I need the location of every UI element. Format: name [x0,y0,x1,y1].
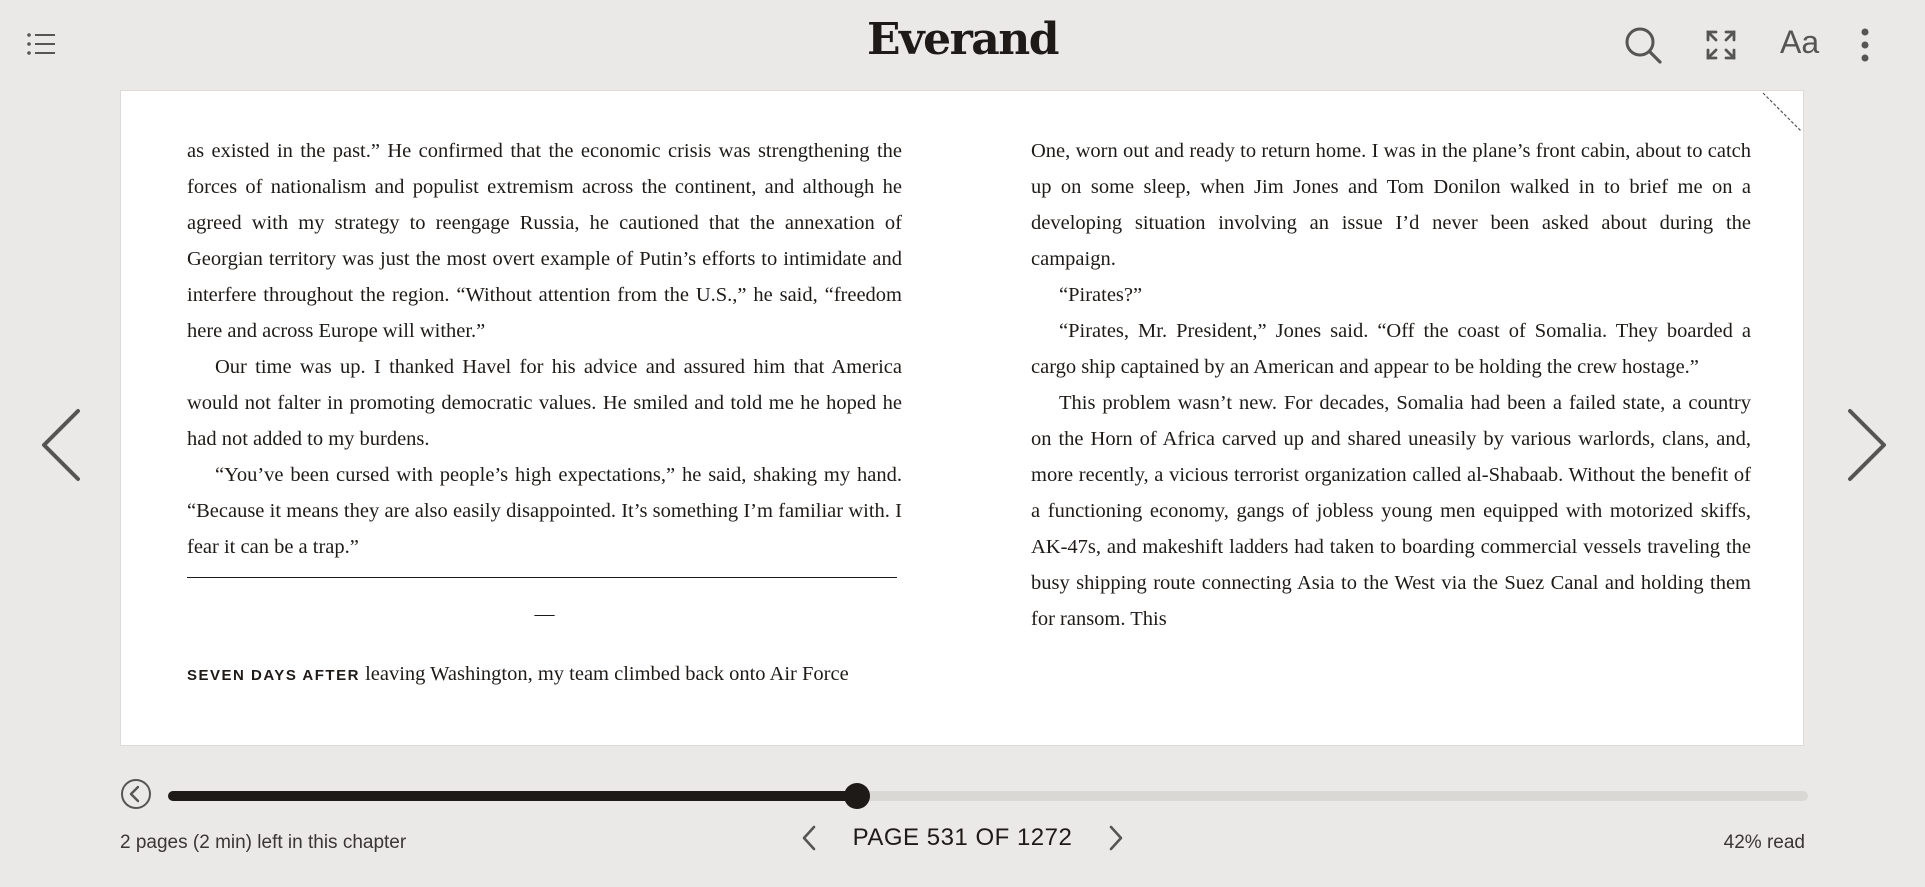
percent-read-text: 42% read [1723,832,1805,853]
text-settings-icon[interactable]: Aa [1780,24,1819,61]
paragraph: This problem wasn’t new. For decades, So… [1031,392,1751,630]
paragraph: “You’ve been cursed with people’s high e… [187,464,902,558]
section-break: — [534,603,555,625]
next-page-chevron-icon[interactable] [1105,822,1127,854]
progress-track[interactable] [168,783,1808,809]
more-options-icon[interactable] [1845,24,1885,66]
section-start-text: leaving Washington, my team climbed back… [359,663,849,685]
chapter-divider-rule [187,577,897,578]
next-page-arrow-icon[interactable] [1840,405,1892,485]
previous-page-arrow-icon[interactable] [36,405,88,485]
previous-page-chevron-icon[interactable] [798,822,820,854]
table-of-contents-icon[interactable] [26,30,58,58]
book-page: as existed in the past.” He confirmed th… [120,90,1804,746]
lead-in-small-caps: SEVEN DAYS AFTER [187,667,360,684]
bookmark-corner[interactable] [1753,91,1803,141]
page-number-label: PAGE 531 OF 1272 [852,824,1073,851]
progress-slider-thumb[interactable] [843,783,870,809]
paragraph: “Pirates?” [1059,284,1143,306]
back-to-position-icon[interactable] [120,778,152,810]
paragraph: Our time was up. I thanked Havel for his… [187,356,902,450]
fullscreen-icon[interactable] [1700,24,1742,66]
right-column: One, worn out and ready to return home. … [1031,133,1751,637]
left-column: as existed in the past.” He confirmed th… [187,133,902,694]
page-navigator: PAGE 531 OF 1272 [0,822,1925,854]
reading-progress-bar: 2 pages (2 min) left in this chapter PAG… [0,760,1925,887]
paragraph: SEVEN DAYS AFTER leaving Washington, my … [187,656,902,694]
brand-logo[interactable]: Everand [867,14,1060,65]
paragraph: “Pirates, Mr. President,” Jones said. “O… [1031,320,1751,378]
search-icon[interactable] [1622,24,1664,66]
paragraph: One, worn out and ready to return home. … [1031,140,1751,270]
progress-fill [168,791,857,801]
paragraph: as existed in the past.” He confirmed th… [187,140,902,342]
top-bar: Everand Aa [0,0,1925,88]
